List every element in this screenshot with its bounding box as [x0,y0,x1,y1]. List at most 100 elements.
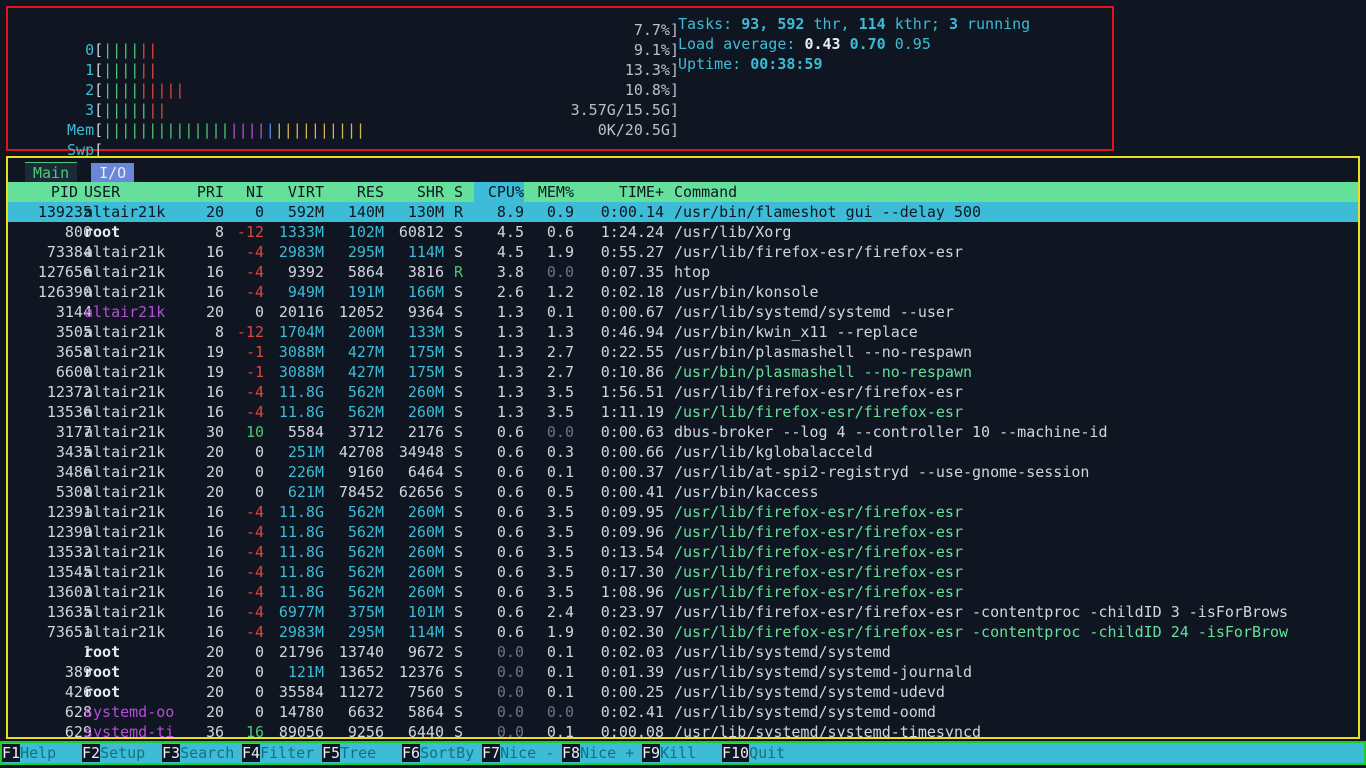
process-priority: 16 [205,623,224,641]
col-mem[interactable]: MEM% [524,182,574,202]
fkey-quit[interactable]: F10Quit [722,743,785,763]
process-res: 9160 [347,463,384,481]
process-nice: -4 [245,263,264,281]
col-pri[interactable]: PRI [194,182,224,202]
col-shr[interactable]: SHR [384,182,444,202]
table-row[interactable]: 3435 altair21k 20 0 251M 42708 34948 S 0.6 0.3 0:0… [8,442,1358,462]
process-shr: 260M [407,403,444,421]
table-row[interactable]: 126390 altair21k 16 -4 949M 191M 166M S 2.6 1.2 0:… [8,282,1358,302]
process-time: 0:02.41 [600,703,664,721]
process-cpu: 0.6 [496,423,524,441]
table-row[interactable]: 13532 altair21k 16 -4 11.8G 562M 260M S 0.6 3.5 0:… [8,542,1358,562]
table-row[interactable]: 800 root 8 -12 1333M 102M 60812 S 4.5 0.6 1:24.24 /… [8,222,1358,242]
col-user[interactable]: USER [84,182,120,202]
process-res: 200M [347,323,384,341]
col-time[interactable]: TIME+ [574,182,664,202]
table-row[interactable]: 3658 altair21k 19 -1 3088M 427M 175M S 1.3 2.7 0:2… [8,342,1358,362]
process-mem: 1.3 [546,323,574,341]
process-res: 140M [347,203,384,221]
table-row[interactable]: 13536 altair21k 16 -4 11.8G 562M 260M S 1.3 3.5 1:… [8,402,1358,422]
process-mem: 0.0 [546,423,574,441]
process-time: 0:09.96 [600,523,664,541]
process-res: 375M [347,603,384,621]
process-pid: 73651 [46,623,92,641]
fkey-key: F4 [242,744,261,762]
table-row[interactable]: 628 systemd-oo 20 0 14780 6632 5864 S 0.0 0.0 0:02… [8,702,1358,722]
col-cpu[interactable]: CPU% [474,182,524,202]
process-pid: 389 [64,663,92,681]
fkey-kill[interactable]: F9Kill [642,743,696,763]
process-res: 191M [347,283,384,301]
table-row[interactable]: 139235 altair21k 20 0 592M 140M 130M R 8.9 0.9 0:0… [8,202,1358,222]
table-row[interactable]: 12372 altair21k 16 -4 11.8G 562M 260M S 1.3 3.5 1:… [8,382,1358,402]
process-command: /usr/bin/kwin_x11 --replace [674,323,918,341]
process-nice: -12 [236,323,264,341]
tab-main[interactable]: Main [25,162,78,183]
process-priority: 19 [205,363,224,381]
process-mem: 3.5 [546,383,574,401]
table-row[interactable]: 629 systemd-ti 36 16 89056 9256 6440 S 0.0 0.1 0:0… [8,722,1358,739]
process-nice: -12 [236,223,264,241]
process-nice: 0 [254,663,264,681]
process-priority: 16 [205,603,224,621]
fkey-key: F7 [482,744,501,762]
process-shr: 2176 [407,423,444,441]
table-row[interactable]: 73384 altair21k 16 -4 2983M 295M 114M S 4.5 1.9 0:… [8,242,1358,262]
process-nice: -4 [245,543,264,561]
table-row[interactable]: 3505 altair21k 8 -12 1704M 200M 133M S 1.3 1.3 0:4… [8,322,1358,342]
process-command: /usr/lib/firefox-esr/firefox-esr [674,563,963,581]
table-row[interactable]: 3144 altair21k 20 0 20116 12052 9364 S 1.3 0.1 0:0… [8,302,1358,322]
fkey-setup[interactable]: F2Setup [82,743,145,763]
process-pid: 126390 [37,283,92,301]
process-command: /usr/lib/firefox-esr/firefox-esr [674,243,963,261]
tab-io[interactable]: I/O [91,163,135,183]
fkey-sortby[interactable]: F6SortBy [402,743,474,763]
fkey-search[interactable]: F3Search [162,743,234,763]
col-res[interactable]: RES [324,182,384,202]
table-row[interactable]: 12399 altair21k 16 -4 11.8G 562M 260M S 0.6 3.5 0:… [8,522,1358,542]
process-time: 1:11.19 [600,403,664,421]
fkey-nice[interactable]: F8Nice + [562,743,634,763]
col-command[interactable]: Command [674,182,737,202]
process-command: /usr/lib/firefox-esr/firefox-esr -conten… [674,603,1289,621]
table-row[interactable]: 13635 altair21k 16 -4 6977M 375M 101M S 0.6 2.4 0:… [8,602,1358,622]
process-shr: 114M [407,243,444,261]
table-row[interactable]: 426 root 20 0 35584 11272 7560 S 0.0 0.1 0:00.25/u… [8,682,1358,702]
fkey-filter[interactable]: F4Filter [242,743,314,763]
fkey-nice[interactable]: F7Nice - [482,743,554,763]
table-row[interactable]: 73651 altair21k 16 -4 2983M 295M 114M S 0.6 1.9 0:… [8,622,1358,642]
mem-meter: Mem[||||||||||||||||||||||||||||| 3.57G/… [67,101,679,139]
table-row[interactable]: 389 root 20 0 121M 13652 12376 S 0.0 0.1 0:01.39/u… [8,662,1358,682]
fkey-help[interactable]: F1Help [2,743,56,763]
table-row[interactable]: 12391 altair21k 16 -4 11.8G 562M 260M S 0.6 3.5 0:… [8,502,1358,522]
fkey-tree[interactable]: F5Tree [322,743,376,763]
process-cpu: 4.5 [496,243,524,261]
table-row[interactable]: 1 root 20 0 21796 13740 9672 S 0.0 0.1 0:02.03/usr… [8,642,1358,662]
process-command: /usr/lib/systemd/systemd-timesyncd [674,723,982,739]
process-shr: 260M [407,523,444,541]
process-pid: 139235 [37,203,92,221]
col-pid[interactable]: PID [8,182,78,202]
process-priority: 16 [205,563,224,581]
process-mem: 0.1 [546,643,574,661]
cpu-meter-2: 2[||||||||| 13.3%] [85,61,679,99]
process-priority: 20 [205,203,224,221]
col-virt[interactable]: VIRT [264,182,324,202]
process-mem: 0.3 [546,443,574,461]
table-row[interactable]: 5308 altair21k 20 0 621M 78452 62656 S 0.6 0.5 0:0… [8,482,1358,502]
table-row[interactable]: 3486 altair21k 20 0 226M 9160 6464 S 0.6 0.1 0:00.… [8,462,1358,482]
table-row[interactable]: 127656 altair21k 16 -4 9392 5864 3816 R 3.8 0.0 0:… [8,262,1358,282]
process-cpu: 0.0 [496,643,524,661]
table-row[interactable]: 13603 altair21k 16 -4 11.8G 562M 260M S 0.6 3.5 1:… [8,582,1358,602]
process-command: /usr/lib/at-spi2-registryd --use-gnome-s… [674,463,1090,481]
cpu-meter-3: 3[||||||| 10.8%] [85,81,679,119]
table-row[interactable]: 13545 altair21k 16 -4 11.8G 562M 260M S 0.6 3.5 0:… [8,562,1358,582]
process-list: 139235 altair21k 20 0 592M 140M 130M R 8.9 0.9 0:0… [8,202,1358,739]
table-row[interactable]: 3177 altair21k 30 10 5584 3712 2176 S 0.6 0.0 0:00… [8,422,1358,442]
col-ni[interactable]: NI [234,182,264,202]
col-state[interactable]: S [454,182,463,202]
process-mem: 0.1 [546,723,574,739]
table-row[interactable]: 6600 altair21k 19 -1 3088M 427M 175M S 1.3 2.7 0:1… [8,362,1358,382]
process-state: S [454,603,464,621]
process-pid: 3177 [55,423,92,441]
